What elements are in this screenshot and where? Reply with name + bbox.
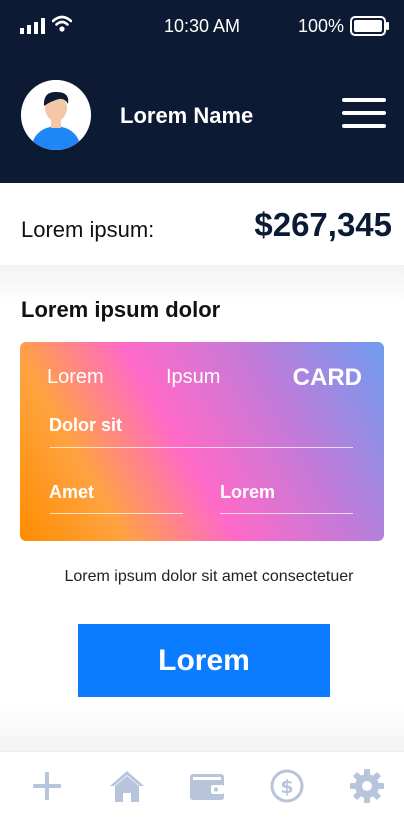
section-title: Lorem ipsum dolor: [21, 297, 221, 322]
battery-icon: [350, 16, 389, 36]
menu-line: [342, 98, 386, 102]
wallet-icon[interactable]: [187, 766, 227, 806]
caption-text: Lorem ipsum dolor sit amet consectetuer: [64, 568, 354, 585]
user-name: Lorem Name: [120, 103, 254, 128]
plus-icon[interactable]: [27, 766, 67, 806]
balance-value: $267,345: [254, 206, 392, 243]
avatar[interactable]: [21, 80, 91, 150]
card-field-input-line[interactable]: [220, 513, 353, 514]
hamburger-menu-icon[interactable]: [342, 98, 386, 128]
home-icon[interactable]: [107, 766, 147, 806]
menu-line: [342, 124, 386, 128]
balance-label: Lorem ipsum:: [21, 217, 155, 242]
card-header-middle: Ipsum: [166, 366, 221, 388]
card-field-label: Amet: [49, 482, 95, 502]
menu-line: [342, 111, 386, 115]
dollar-icon[interactable]: $: [267, 766, 307, 806]
card-field-label: Dolor sit: [49, 415, 123, 435]
card-field-label: Lorem: [220, 482, 276, 502]
payment-card[interactable]: Lorem Ipsum CARD Dolor sit Amet Lorem: [20, 342, 384, 541]
app-header: 10:30 AM 100% Lorem Name: [0, 0, 404, 183]
card-brand-label: CARD: [292, 364, 362, 391]
status-bar: 10:30 AM 100%: [0, 0, 404, 52]
user-avatar-icon: [21, 80, 91, 150]
card-field-input-line[interactable]: [50, 513, 183, 514]
battery-percentage: 100%: [297, 16, 344, 36]
card-field-input-line[interactable]: [50, 447, 353, 448]
card-header-left: Lorem: [47, 366, 104, 388]
gear-icon[interactable]: [347, 766, 387, 806]
svg-text:$: $: [280, 776, 293, 798]
primary-action-button[interactable]: Lorem: [78, 624, 330, 697]
